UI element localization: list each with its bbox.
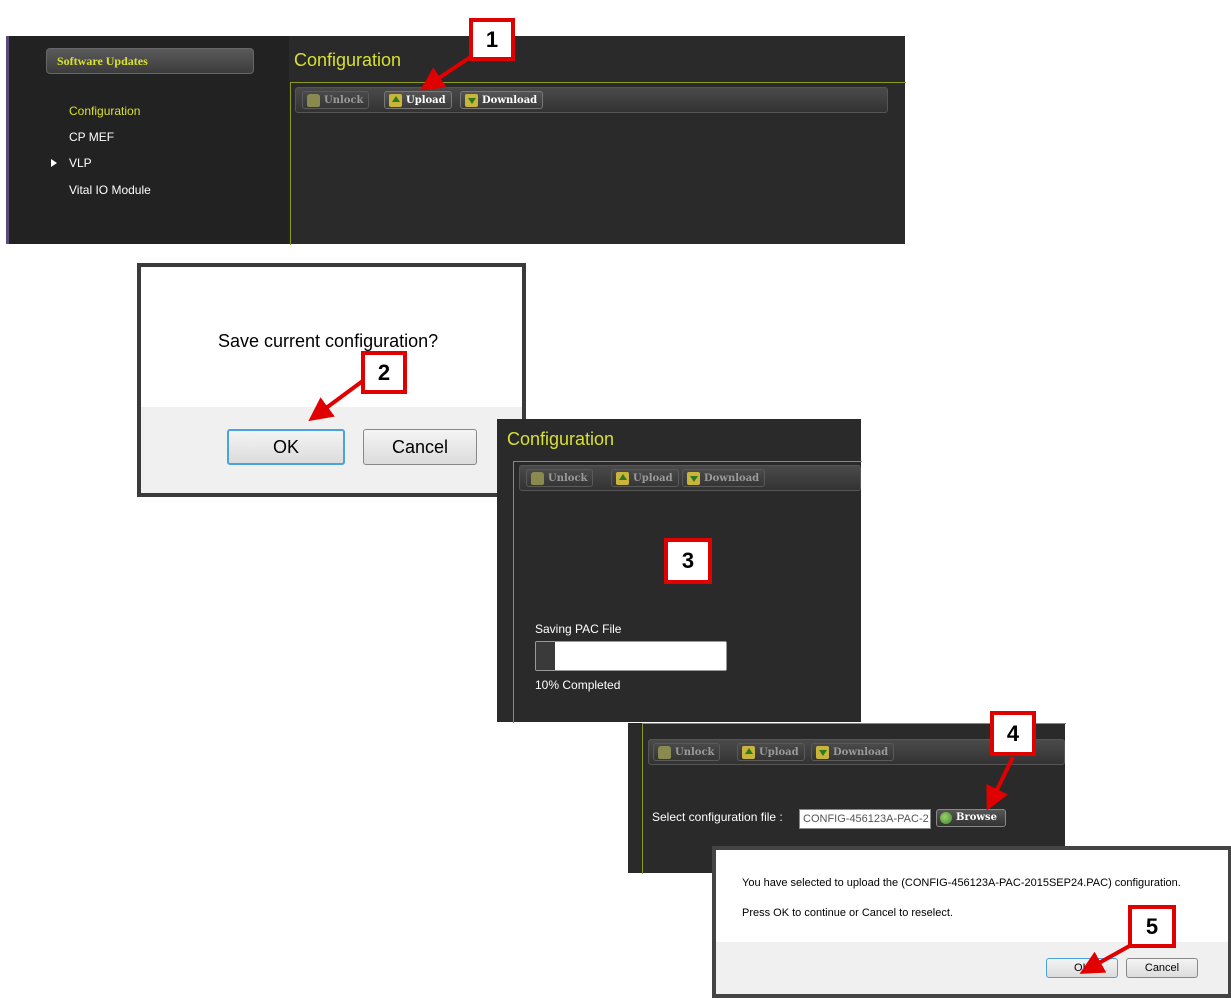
annotation-arrow-4 bbox=[986, 756, 1015, 811]
step-badge-4: 4 bbox=[990, 711, 1036, 756]
annotation-arrow-5 bbox=[1079, 942, 1134, 974]
step-badge-3: 3 bbox=[664, 538, 712, 584]
annotation-arrows bbox=[308, 54, 1134, 974]
step-badge-2: 2 bbox=[361, 351, 407, 394]
annotation-arrow-1 bbox=[420, 54, 474, 91]
annotation-arrow-2 bbox=[308, 378, 366, 422]
step-badge-5: 5 bbox=[1128, 905, 1176, 948]
step-badge-1: 1 bbox=[469, 18, 515, 61]
